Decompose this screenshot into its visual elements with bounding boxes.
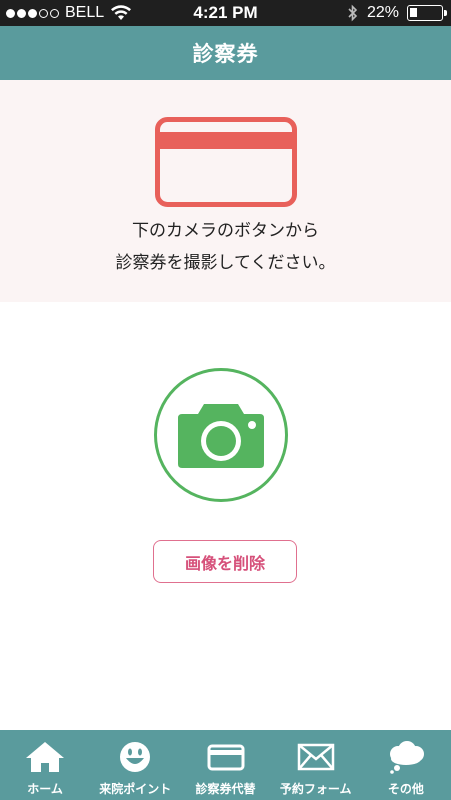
tab-card-substitute[interactable]: 診察券代替 <box>180 730 270 800</box>
card-icon <box>207 744 244 771</box>
tab-home[interactable]: ホーム <box>0 730 90 800</box>
tab-label: 診察券代替 <box>195 782 256 796</box>
speech-bubble-icon <box>389 741 424 774</box>
smiley-icon <box>120 742 151 772</box>
card-icon <box>155 117 297 207</box>
delete-image-label: 画像を削除 <box>184 553 265 573</box>
tab-label: 来院ポイント <box>99 782 172 796</box>
battery-icon <box>407 5 447 21</box>
screen: BELL 4:21 PM 22% 診察券 下のカメラのボタンから 診察券を撮影し… <box>0 0 451 800</box>
bluetooth-icon <box>348 4 358 22</box>
page-title: 診察券 <box>192 42 259 66</box>
mail-icon <box>297 743 334 771</box>
battery-fill <box>410 8 417 17</box>
instruction-text: 下のカメラのボタンから 診察券を撮影してください。 <box>0 215 451 279</box>
tab-label: ホーム <box>27 782 63 796</box>
home-icon <box>26 742 65 772</box>
delete-image-button[interactable]: 画像を削除 <box>153 540 297 583</box>
nav-header: 診察券 <box>0 26 451 80</box>
battery-percent: 22% <box>366 4 399 21</box>
status-bar: BELL 4:21 PM 22% <box>0 0 451 26</box>
tab-other[interactable]: その他 <box>361 730 451 800</box>
tab-visit-points[interactable]: 来院ポイント <box>90 730 180 800</box>
status-right: 22% <box>347 4 447 22</box>
camera-button[interactable] <box>154 368 288 502</box>
tab-label: 予約フォーム <box>279 782 352 796</box>
camera-icon <box>178 404 264 468</box>
tab-reservation-form[interactable]: 予約フォーム <box>271 730 361 800</box>
instruction-line-2: 診察券を撮影してください。 <box>115 253 336 273</box>
tab-bar: ホーム 来院ポイント 診察券代替 予約フォーム その他 <box>0 730 451 800</box>
instruction-line-1: 下のカメラのボタンから <box>132 221 319 241</box>
tab-label: その他 <box>387 782 424 796</box>
